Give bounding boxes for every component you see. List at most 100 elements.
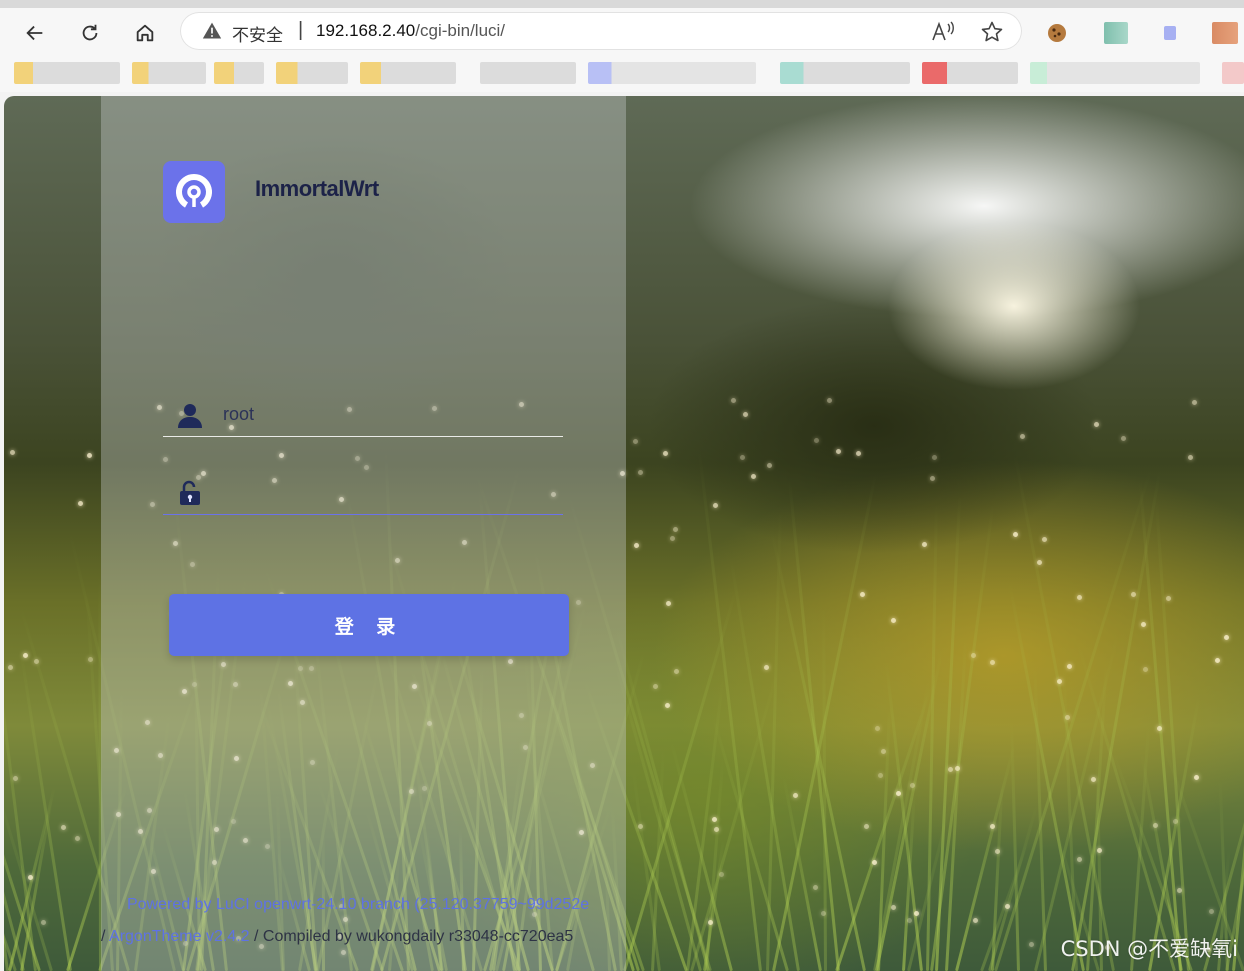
password-field[interactable]: [163, 470, 563, 515]
dew-drop: [638, 824, 643, 829]
dew-drop: [821, 911, 826, 916]
dew-drop: [891, 618, 896, 623]
dew-drop: [973, 918, 978, 923]
favorite-star-icon[interactable]: [980, 20, 1004, 44]
security-label[interactable]: 不安全: [232, 21, 283, 46]
footer-powered-by[interactable]: Powered by LuCI openwrt-24.10 branch (25…: [127, 896, 589, 914]
dew-drop: [712, 817, 717, 822]
read-aloud-icon[interactable]: [931, 20, 955, 42]
back-button[interactable]: [18, 16, 52, 50]
dew-drop: [674, 669, 679, 674]
reload-icon: [82, 24, 98, 41]
dew-drop: [708, 920, 713, 925]
dew-drop: [13, 776, 18, 781]
cookie-extension-icon[interactable]: [1046, 22, 1068, 44]
dew-drop: [23, 653, 28, 658]
dew-drop: [881, 749, 886, 754]
dew-drop: [1209, 909, 1214, 914]
home-button[interactable]: [128, 16, 162, 50]
dew-drop: [743, 412, 748, 417]
immortalwrt-logo: [163, 161, 225, 223]
bookmark-item[interactable]: [14, 62, 120, 84]
dew-drop: [764, 665, 769, 670]
dew-drop: [1013, 532, 1018, 537]
extension-icon-blue[interactable]: [1164, 26, 1176, 40]
watermark: CSDN @不爱缺氧i: [1060, 937, 1238, 961]
bookmark-item[interactable]: [922, 62, 1018, 84]
dew-drop: [990, 824, 995, 829]
logo-icon: [175, 173, 213, 208]
dew-drop: [1091, 777, 1096, 782]
login-page: ImmortalWrt 登 录 Powered by LuCI openwrt-…: [4, 96, 1244, 971]
dew-drop: [740, 455, 745, 460]
dew-drop: [673, 527, 678, 532]
dew-drop: [1029, 942, 1034, 947]
username-input[interactable]: [221, 398, 555, 430]
dew-drop: [971, 653, 976, 658]
argon-theme-link[interactable]: ArgonTheme v2.4.2: [109, 928, 250, 945]
bookmark-item[interactable]: [132, 62, 206, 84]
dew-drop: [836, 449, 841, 454]
dew-drop: [1131, 592, 1136, 597]
dew-drop: [1037, 560, 1042, 565]
bookmark-item[interactable]: [214, 62, 264, 84]
password-input[interactable]: [221, 476, 555, 508]
dew-drop: [1224, 635, 1229, 640]
url-path: /cgi-bin/luci/: [415, 21, 506, 40]
dew-drop: [1194, 775, 1199, 780]
compiled-by-text: / Compiled by wukongdaily r33048-cc720ea…: [249, 928, 574, 945]
dew-drop: [665, 703, 670, 708]
home-icon: [136, 24, 154, 42]
dew-drop: [955, 766, 960, 771]
bookmark-item[interactable]: [1222, 62, 1244, 84]
bookmarks-bar: [0, 56, 1244, 92]
dew-drop: [1097, 848, 1102, 853]
dew-drop: [87, 453, 92, 458]
dew-drop: [1188, 455, 1193, 460]
bookmark-item[interactable]: [588, 62, 756, 84]
bookmark-item[interactable]: [1030, 62, 1200, 84]
dew-drop: [813, 885, 818, 890]
dew-drop: [61, 825, 66, 830]
username-field[interactable]: [163, 392, 563, 437]
dew-drop: [896, 791, 901, 796]
url-text[interactable]: 192.168.2.40/cgi-bin/luci/: [316, 21, 505, 41]
brand-name: ImmortalWrt: [255, 176, 379, 201]
dew-drop: [793, 793, 798, 798]
dew-drop: [1121, 436, 1126, 441]
dew-drop: [922, 542, 927, 547]
dew-drop: [1143, 667, 1148, 672]
bookmark-item[interactable]: [780, 62, 910, 84]
dew-drop: [8, 665, 13, 670]
bookmark-item[interactable]: [360, 62, 456, 84]
reload-button[interactable]: [73, 16, 107, 50]
dew-drop: [653, 684, 658, 689]
address-bar[interactable]: 不安全 | 192.168.2.40/cgi-bin/luci/: [180, 12, 1022, 50]
dew-drop: [663, 451, 668, 456]
luci-link[interactable]: Powered by LuCI openwrt-24.10 branch (25…: [127, 896, 589, 913]
dew-drop: [1065, 715, 1070, 720]
bookmark-item[interactable]: [276, 62, 348, 84]
unlock-icon: [180, 480, 200, 505]
dew-drop: [34, 659, 39, 664]
dew-drop: [907, 918, 912, 923]
dew-drop: [713, 503, 718, 508]
dew-drop: [995, 849, 1000, 854]
extension-icon-teal[interactable]: [1104, 22, 1128, 44]
dew-drop: [10, 450, 15, 455]
dew-drop: [1192, 400, 1197, 405]
dew-drop: [875, 726, 880, 731]
dew-drop: [41, 920, 46, 925]
dew-drop: [891, 905, 896, 910]
dew-drop: [634, 543, 639, 548]
bookmark-item[interactable]: [480, 62, 576, 84]
dew-drop: [1077, 857, 1082, 862]
login-button[interactable]: 登 录: [169, 594, 569, 656]
dew-drop: [1057, 679, 1062, 684]
dew-drop: [767, 463, 772, 468]
dew-drop: [1020, 434, 1025, 439]
address-separator: |: [298, 19, 304, 41]
warning-icon[interactable]: [202, 21, 222, 41]
footer-theme-line: / ArgonTheme v2.4.2 / Compiled by wukong…: [101, 928, 573, 946]
extension-icon-orange[interactable]: [1212, 22, 1238, 44]
